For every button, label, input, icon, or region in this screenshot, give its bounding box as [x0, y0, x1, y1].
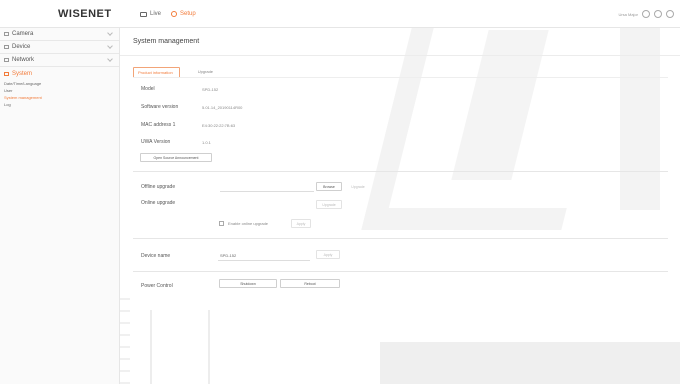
sidebar-group-label: Camera — [12, 31, 34, 37]
uwa-version-value: 1.0.1 — [202, 140, 211, 145]
shutdown-button[interactable]: Shutdown — [219, 279, 277, 288]
sidebar-group-camera[interactable]: Camera — [0, 28, 119, 41]
user-icon[interactable] — [642, 10, 650, 18]
offline-file-field[interactable] — [220, 191, 314, 192]
browse-button[interactable]: Browse — [316, 182, 342, 191]
divider — [133, 171, 668, 172]
open-source-announcement-button[interactable]: Open Source Announcement — [140, 153, 212, 162]
upgrade-button[interactable]: Upgrade — [345, 182, 371, 191]
sidebar-group-network[interactable]: Network — [0, 54, 119, 67]
sidebar: Camera Device Network System Date/Time/L… — [0, 28, 120, 384]
top-nav: Live Setup — [140, 11, 196, 17]
page-title: System management — [133, 38, 200, 45]
divider — [120, 55, 680, 56]
power-control-label: Power Control — [141, 283, 173, 289]
network-icon — [4, 58, 9, 62]
chevron-down-icon — [107, 56, 113, 62]
sidebar-item-datetime[interactable]: Date/Time/Language — [0, 80, 119, 87]
camera-icon — [4, 32, 9, 36]
sidebar-group-label: Device — [12, 44, 31, 50]
top-right-controls: Ursa Major — [618, 10, 674, 18]
reboot-button[interactable]: Reboot — [280, 279, 340, 288]
chevron-down-icon — [107, 30, 113, 36]
model-value: SPD-152 — [202, 87, 219, 92]
sidebar-item-user[interactable]: User — [0, 87, 119, 94]
enable-online-upgrade-label: Enable online upgrade — [228, 221, 269, 226]
enable-online-upgrade-checkbox[interactable] — [219, 221, 224, 226]
help-icon[interactable] — [654, 10, 662, 18]
chevron-down-icon — [107, 43, 113, 49]
gear-icon — [171, 11, 178, 17]
device-name-input[interactable]: SPD-152 — [220, 253, 236, 258]
nav-live-label: Live — [150, 11, 162, 17]
device-name-underline — [218, 260, 310, 261]
nav-setup[interactable]: Setup — [171, 11, 196, 17]
sidebar-group-device[interactable]: Device — [0, 41, 119, 54]
online-upgrade-button[interactable]: Upgrade — [316, 200, 342, 209]
device-name-label: Device name — [141, 253, 171, 259]
mac-address-value: E4:30:22:22:7B:63 — [202, 123, 236, 128]
uwa-version-label: UWA Version — [141, 139, 171, 145]
monitor-icon — [140, 11, 147, 17]
sidebar-group-system[interactable]: System — [0, 67, 119, 80]
software-version-value: 5.01.14_20190114R00 — [202, 105, 243, 110]
system-icon — [4, 71, 9, 76]
wisenet-logo: WISENET — [58, 8, 112, 20]
top-bar: WISENET Live Setup Ursa Major — [0, 0, 680, 28]
sidebar-group-label: System — [12, 70, 33, 77]
software-version-label: Software version — [141, 104, 179, 110]
sidebar-group-label: Network — [12, 57, 35, 63]
device-icon — [4, 45, 9, 49]
divider — [133, 77, 668, 78]
apply-name-button[interactable]: Apply — [316, 250, 340, 259]
sidebar-item-system-management[interactable]: System management — [0, 94, 119, 101]
sidebar-item-log[interactable]: Log — [0, 101, 119, 108]
nav-setup-label: Setup — [180, 11, 196, 17]
divider — [133, 271, 668, 272]
model-label: Model — [141, 86, 155, 92]
offline-upgrade-label: Offline upgrade — [141, 184, 176, 190]
logout-icon[interactable] — [666, 10, 674, 18]
divider — [133, 238, 668, 239]
user-name: Ursa Major — [618, 11, 638, 17]
main-content: System management Product information Up… — [120, 28, 680, 384]
apply-online-button[interactable]: Apply — [291, 219, 311, 228]
mac-address-label: MAC address 1 — [141, 122, 176, 128]
nav-live[interactable]: Live — [140, 11, 161, 17]
online-upgrade-label: Online upgrade — [141, 200, 176, 206]
